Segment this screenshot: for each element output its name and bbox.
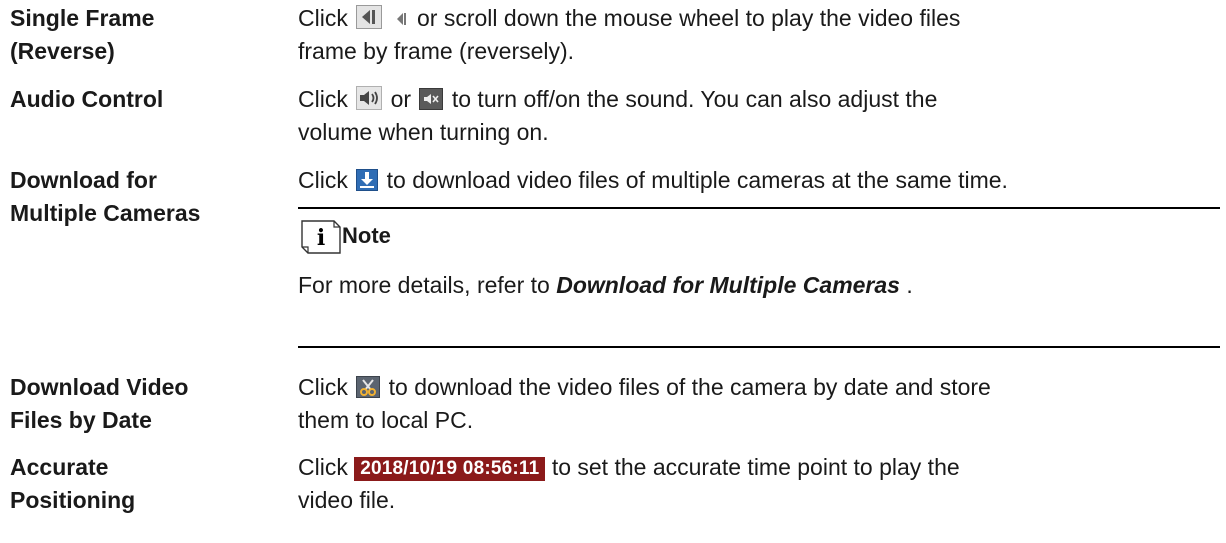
- single-frame-reverse-icon[interactable]: [356, 5, 383, 29]
- info-note-icon: i: [300, 220, 342, 260]
- desc-text: video file.: [298, 487, 396, 513]
- term-line: Positioning: [10, 487, 136, 513]
- term-line: Download Video: [10, 374, 189, 400]
- desc-audio-control: Click or to turn off/on the sound. You c…: [298, 83, 1218, 149]
- term-line: (Reverse): [10, 38, 115, 64]
- speaker-mute-icon[interactable]: [419, 88, 444, 110]
- desc-download-by-date: Click to download the video files of the…: [298, 371, 1218, 437]
- desc-single-frame-reverse: Click or scroll down the mouse wheel to …: [298, 2, 1218, 68]
- desc-text: Click: [298, 167, 348, 193]
- desc-text: or scroll down the mouse wheel to play t…: [417, 5, 961, 31]
- desc-text: Click: [298, 5, 348, 31]
- term-line: Accurate: [10, 454, 109, 480]
- desc-text: them to local PC.: [298, 407, 474, 433]
- desc-text: Click: [298, 454, 348, 480]
- term-download-multiple-cameras: Download for Multiple Cameras: [10, 164, 280, 230]
- term-download-by-date: Download Video Files by Date: [10, 371, 280, 437]
- term-line: Single Frame: [10, 5, 155, 31]
- note-title: Note: [342, 223, 391, 248]
- desc-accurate-positioning: Click 2018/10/19 08:56:11 to set the acc…: [298, 451, 1218, 517]
- desc-text: Click: [298, 374, 348, 400]
- term-single-frame-reverse: Single Frame (Reverse): [10, 2, 280, 68]
- desc-text: to download the video files of the camer…: [388, 374, 991, 400]
- desc-text: volume when turning on.: [298, 119, 549, 145]
- speaker-on-icon[interactable]: [356, 86, 383, 110]
- frame-back-small-icon[interactable]: [393, 9, 409, 29]
- desc-download-multiple-cameras: Click to download video files of multipl…: [298, 164, 1218, 197]
- note-header: i: [300, 219, 342, 255]
- term-line: Audio Control: [10, 86, 164, 112]
- desc-text: to download video files of multiple came…: [386, 167, 1008, 193]
- desc-text: Click: [298, 86, 348, 112]
- note-reference-link[interactable]: Download for Multiple Cameras: [556, 272, 900, 298]
- term-audio-control: Audio Control: [10, 83, 280, 116]
- note-text-lead: For more details, refer to: [298, 272, 550, 298]
- desc-text: frame by frame (reversely).: [298, 38, 575, 64]
- term-line: Files by Date: [10, 407, 152, 433]
- note-text: For more details, refer to Download for …: [298, 270, 913, 300]
- term-line: Multiple Cameras: [10, 200, 201, 226]
- scissors-icon[interactable]: [356, 376, 381, 398]
- desc-text: or: [390, 86, 412, 112]
- download-icon[interactable]: [356, 169, 379, 191]
- term-accurate-positioning: Accurate Positioning: [10, 451, 280, 517]
- term-line: Download for: [10, 167, 157, 193]
- note-text-tail: .: [906, 272, 913, 298]
- desc-text: to set the accurate time point to play t…: [551, 454, 960, 480]
- desc-text: to turn off/on the sound. You can also a…: [451, 86, 938, 112]
- note-box: i Note For more details, refer to Downlo…: [298, 207, 1220, 348]
- svg-text:i: i: [317, 225, 325, 251]
- time-point-button[interactable]: 2018/10/19 08:56:11: [354, 457, 546, 481]
